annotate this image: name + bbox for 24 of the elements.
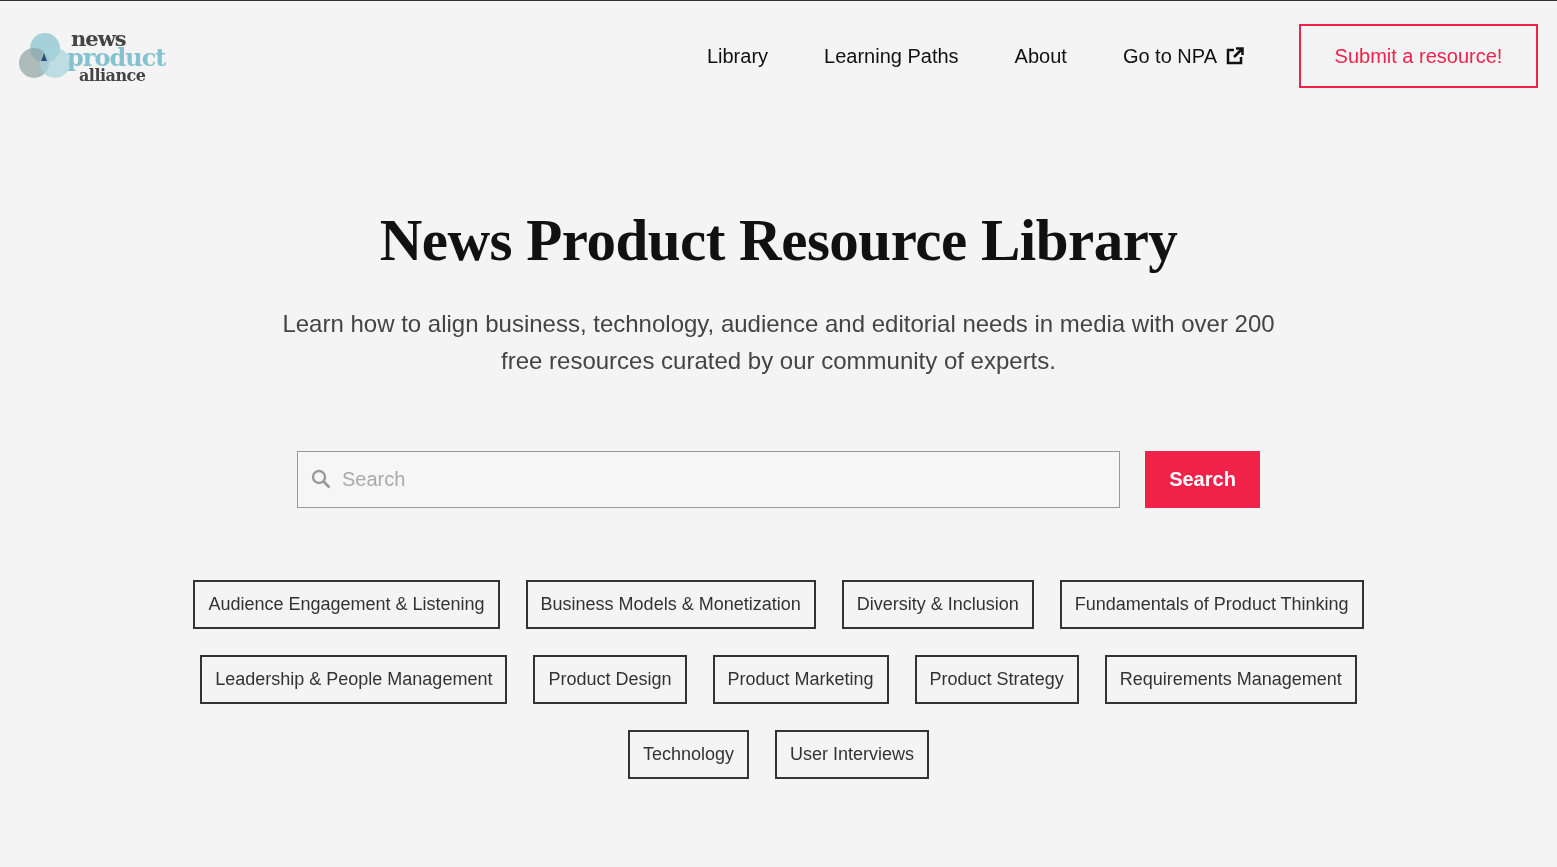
topic-tag-button[interactable]: Product Marketing bbox=[712, 655, 889, 704]
logo-wordmark-text: product bbox=[67, 46, 166, 70]
topic-tag-button[interactable]: Audience Engagement & Listening bbox=[193, 580, 500, 629]
page-title: News Product Resource Library bbox=[379, 206, 1178, 275]
topic-tag-button[interactable]: Product Design bbox=[533, 655, 687, 704]
nav-link[interactable]: Learning Paths bbox=[824, 44, 959, 68]
topic-tag-button[interactable]: Product Strategy bbox=[914, 655, 1079, 704]
logo-wordmark-text: news bbox=[71, 28, 126, 49]
search-button[interactable]: Search bbox=[1145, 451, 1260, 508]
topic-tag-button[interactable]: Diversity & Inclusion bbox=[841, 580, 1034, 629]
search-field[interactable]: Search bbox=[297, 451, 1120, 508]
external-link-icon bbox=[1226, 47, 1244, 65]
search-icon bbox=[311, 469, 331, 489]
nav-link[interactable]: Go to NPA bbox=[1122, 44, 1244, 68]
topic-tag-button[interactable]: Technology bbox=[627, 730, 749, 779]
nav-link[interactable]: About bbox=[1014, 44, 1067, 68]
page-subtitle: Learn how to align business, technology, audience and editorial needs in media with over 200 free resources curated by our community of experts. bbox=[281, 309, 1276, 376]
topic-tag-button[interactable]: Fundamentals of Product Thinking bbox=[1059, 580, 1364, 629]
nav-link[interactable]: Library bbox=[706, 44, 769, 68]
topic-tag-button[interactable]: User Interviews bbox=[775, 730, 930, 779]
topic-tag-button[interactable]: Business Models & Monetization bbox=[525, 580, 816, 629]
topic-tag-button[interactable]: Requirements Management bbox=[1104, 655, 1357, 704]
submit-resource-button[interactable]: Submit a resource! bbox=[1299, 24, 1538, 88]
topic-tag-button[interactable]: Leadership & People Management bbox=[200, 655, 508, 704]
